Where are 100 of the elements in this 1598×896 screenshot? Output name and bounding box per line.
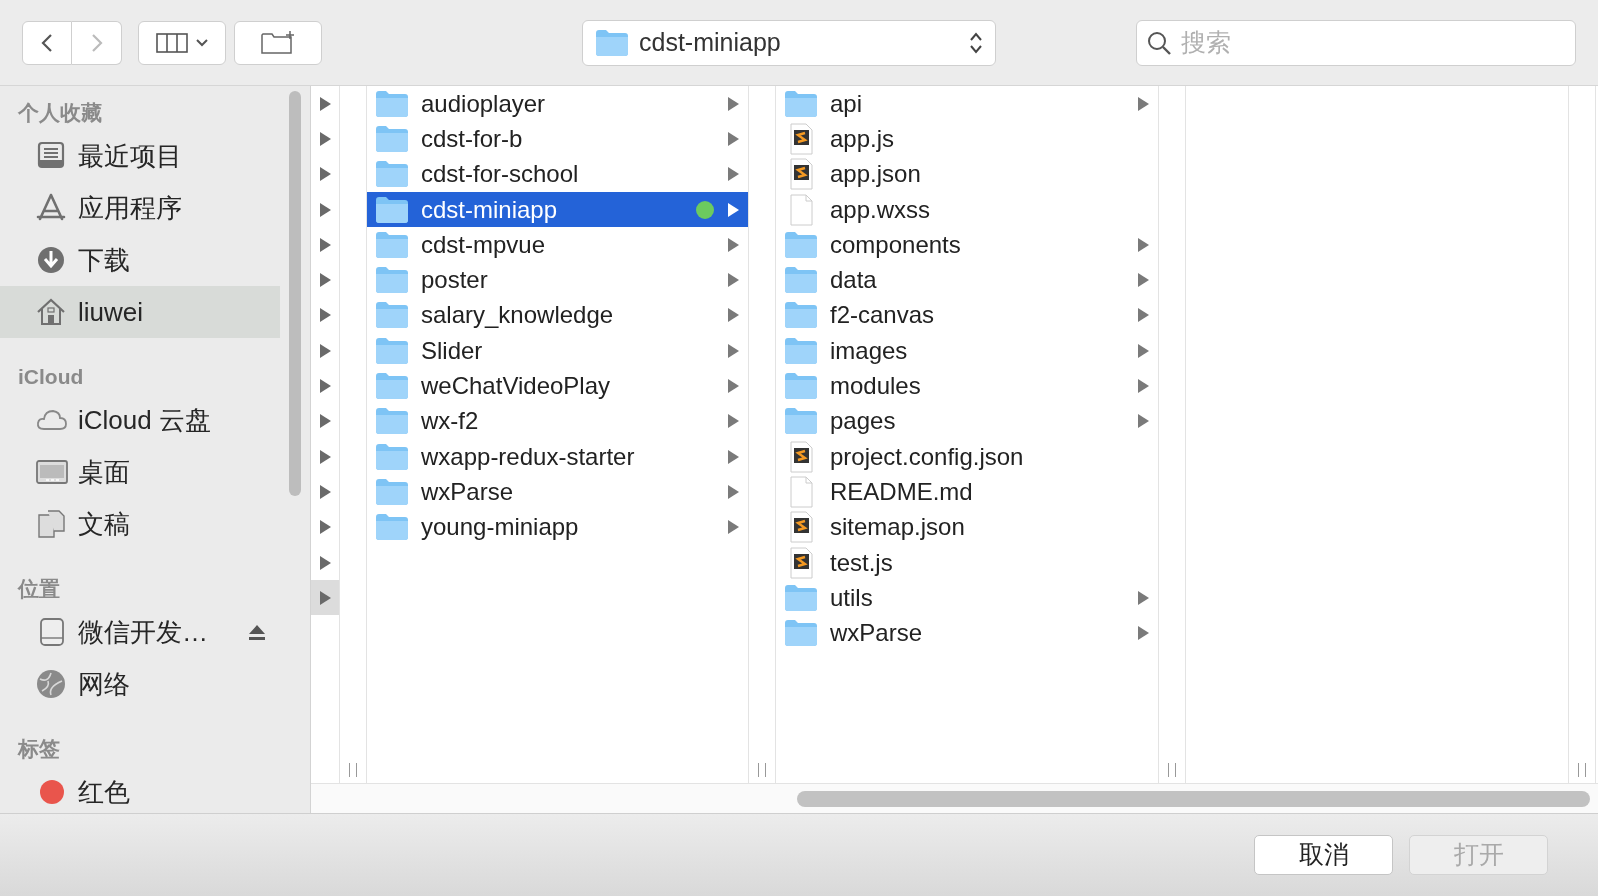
file-row[interactable]: salary_knowledge: [367, 297, 748, 334]
disclosure-icon: [318, 448, 332, 465]
folder-icon: [375, 477, 409, 506]
disclosure-icon: [727, 236, 740, 253]
new-folder-button[interactable]: [234, 20, 322, 65]
file-row[interactable]: poster: [367, 262, 748, 298]
file-row[interactable]: Slider: [367, 333, 748, 369]
file-row[interactable]: cdst-miniapp: [367, 191, 748, 228]
file-row[interactable]: test.js: [776, 544, 1158, 581]
globe-icon: [36, 669, 68, 699]
folder-icon: [375, 372, 409, 400]
folder-icon: [784, 230, 818, 259]
file-row[interactable]: components: [776, 227, 1158, 263]
stepper-icon: [969, 31, 983, 54]
disclosure-icon: [318, 95, 332, 112]
file-row[interactable]: young-miniapp: [367, 509, 748, 545]
file-row[interactable]: wxParse: [367, 474, 748, 510]
disclosure-icon: [727, 342, 740, 359]
disclosure-icon: [318, 272, 332, 289]
file-row[interactable]: cdst-for-school: [367, 156, 748, 192]
folder-icon: [375, 407, 409, 436]
file-row[interactable]: images: [776, 333, 1158, 369]
folder-icon: [784, 372, 818, 400]
disclosure-icon: [1137, 342, 1150, 359]
sidebar-item[interactable]: 红色: [0, 766, 280, 818]
file-row[interactable]: audioplayer: [367, 86, 748, 122]
sidebar-item[interactable]: liuwei: [0, 286, 280, 338]
sidebar-item[interactable]: 下载: [0, 234, 280, 286]
folder-icon: [784, 301, 818, 330]
disclosure-icon: [318, 236, 332, 253]
file-row[interactable]: weChatVideoPlay: [367, 368, 748, 404]
file-row[interactable]: app.wxss: [776, 191, 1158, 228]
file-row[interactable]: app.js: [776, 121, 1158, 157]
sidebar-item[interactable]: 网络: [0, 658, 280, 710]
disclosure-icon: [727, 201, 740, 218]
disclosure-icon: [318, 342, 332, 359]
scrollbar-thumb[interactable]: [797, 790, 1590, 807]
folder-icon: [375, 160, 409, 189]
file-row[interactable]: cdst-for-b: [367, 121, 748, 157]
forward-icon: [90, 32, 103, 53]
file-row[interactable]: api: [776, 86, 1158, 122]
disclosure-icon: [1137, 236, 1150, 253]
folder-icon: [375, 124, 409, 153]
file-row[interactable]: utils: [776, 580, 1158, 616]
resize-handle[interactable]: [349, 763, 357, 777]
section-heading: 个人收藏: [17, 100, 103, 127]
folder-icon: [784, 583, 818, 612]
folder-icon: [375, 513, 409, 542]
section-heading: iCloud: [17, 364, 85, 391]
back-icon: [41, 32, 53, 53]
disclosure-icon: [1137, 95, 1150, 112]
resize-handle[interactable]: [1578, 763, 1586, 777]
resize-handle[interactable]: [758, 763, 766, 777]
disclosure-icon: [727, 95, 740, 112]
file-row[interactable]: wxParse: [776, 615, 1158, 651]
file-row[interactable]: data: [776, 262, 1158, 298]
view-button[interactable]: [138, 20, 226, 65]
scrollbar-thumb[interactable]: [289, 91, 301, 496]
cancel-button[interactable]: 取消: [1254, 835, 1393, 875]
disclosure-icon: [318, 307, 332, 324]
disclosure-icon: [318, 166, 332, 183]
path-popup[interactable]: cdst-miniapp: [582, 19, 996, 66]
back-button[interactable]: [22, 20, 72, 65]
caret-icon: [196, 38, 208, 47]
sidebar-item[interactable]: 文稿: [0, 498, 280, 550]
documents-icon: [36, 509, 68, 539]
folder-icon: [784, 266, 818, 295]
disclosure-icon: [727, 519, 740, 536]
file-row[interactable]: f2-canvas: [776, 297, 1158, 334]
file-row[interactable]: sitemap.json: [776, 509, 1158, 545]
eject-icon[interactable]: [248, 624, 266, 640]
column-row[interactable]: [311, 580, 339, 616]
disclosure-icon: [1137, 413, 1150, 430]
folder-icon: [375, 442, 409, 471]
sidebar-item[interactable]: 微信开发…: [0, 606, 280, 658]
file-row[interactable]: app.json: [776, 156, 1158, 192]
folder-icon: [375, 336, 409, 365]
folder-icon: [375, 266, 409, 295]
sidebar-item[interactable]: iCloud 云盘: [0, 394, 280, 446]
file-row[interactable]: wxapp-redux-starter: [367, 438, 748, 475]
disclosure-icon: [727, 448, 740, 465]
sidebar-item[interactable]: 应用程序: [0, 182, 280, 234]
disclosure-icon: [318, 378, 332, 394]
folder-icon: [375, 230, 409, 259]
folder-icon: [595, 28, 629, 57]
disclosure-icon: [318, 483, 332, 500]
file-row[interactable]: cdst-mpvue: [367, 227, 748, 263]
file-row[interactable]: project.config.json: [776, 438, 1158, 475]
folder-icon: [375, 89, 409, 118]
folder-icon: [784, 336, 818, 365]
disclosure-icon: [727, 483, 740, 500]
sidebar-item[interactable]: 最近项目: [0, 130, 280, 182]
disclosure-icon: [318, 519, 332, 536]
file-row[interactable]: wx-f2: [367, 403, 748, 439]
file-row[interactable]: modules: [776, 368, 1158, 404]
file-row[interactable]: pages: [776, 403, 1158, 439]
resize-handle[interactable]: [1168, 763, 1176, 777]
file-row[interactable]: README.md: [776, 474, 1158, 510]
search-field[interactable]: 搜索: [1136, 19, 1576, 66]
sidebar-item[interactable]: 桌面: [0, 446, 280, 498]
